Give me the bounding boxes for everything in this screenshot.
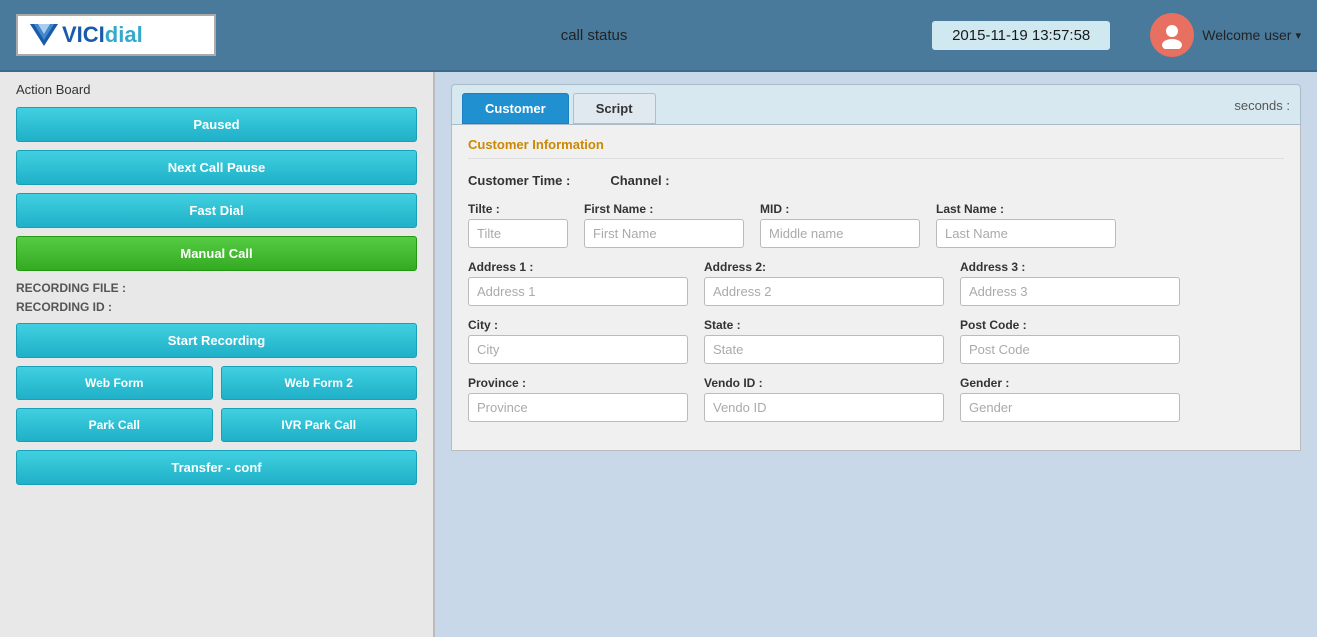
city-input[interactable] <box>468 335 688 364</box>
customer-info-title: Customer Information <box>468 137 1284 159</box>
customer-time-row: Customer Time : Channel : <box>468 173 1284 188</box>
address3-input[interactable] <box>960 277 1180 306</box>
address-row: Address 1 : Address 2: Address 3 : <box>468 260 1284 306</box>
lastname-label: Last Name : <box>936 202 1116 216</box>
city-field: City : <box>468 318 688 364</box>
web-form2-button[interactable]: Web Form 2 <box>221 366 418 400</box>
postcode-input[interactable] <box>960 335 1180 364</box>
user-dropdown-arrow: ▾ <box>1295 29 1301 42</box>
tabs-left: Customer Script <box>462 93 656 124</box>
title-input[interactable] <box>468 219 568 248</box>
state-label: State : <box>704 318 944 332</box>
address3-label: Address 3 : <box>960 260 1180 274</box>
channel-field: Channel : <box>610 173 669 188</box>
address2-input[interactable] <box>704 277 944 306</box>
datetime-display: 2015-11-19 13:57:58 <box>932 21 1110 50</box>
paused-button[interactable]: Paused <box>16 107 417 142</box>
name-row: Tilte : First Name : MID : Last Name : <box>468 202 1284 248</box>
mid-field: MID : <box>760 202 920 248</box>
customer-time-label: Customer Time : <box>468 173 570 188</box>
recording-file-info: RECORDING FILE : RECORDING ID : <box>16 279 417 317</box>
logo-icon <box>30 24 58 46</box>
manual-call-button[interactable]: Manual Call <box>16 236 417 271</box>
firstname-input[interactable] <box>584 219 744 248</box>
web-form-row: Web Form Web Form 2 <box>16 366 417 400</box>
province-row: Province : Vendo ID : Gender : <box>468 376 1284 422</box>
title-field: Tilte : <box>468 202 568 248</box>
lastname-field: Last Name : <box>936 202 1116 248</box>
user-menu[interactable]: Welcome user ▾ <box>1150 13 1301 57</box>
content-area: Customer Script seconds : Customer Infor… <box>435 72 1317 637</box>
header: VICIdial call status 2015-11-19 13:57:58… <box>0 0 1317 72</box>
firstname-label: First Name : <box>584 202 744 216</box>
address1-field: Address 1 : <box>468 260 688 306</box>
channel-label: Channel : <box>610 173 669 188</box>
lastname-input[interactable] <box>936 219 1116 248</box>
tab-customer[interactable]: Customer <box>462 93 569 124</box>
customer-panel: Customer Information Customer Time : Cha… <box>451 125 1301 451</box>
recording-file-label: RECORDING FILE : <box>16 281 126 295</box>
call-status-label: call status <box>256 27 932 44</box>
action-board-title: Action Board <box>16 82 417 97</box>
city-state-row: City : State : Post Code : <box>468 318 1284 364</box>
postcode-field: Post Code : <box>960 318 1180 364</box>
vendor-id-field: Vendo ID : <box>704 376 944 422</box>
logo: VICIdial <box>16 14 216 56</box>
gender-field: Gender : <box>960 376 1180 422</box>
ivr-park-call-button[interactable]: IVR Park Call <box>221 408 418 442</box>
logo-text: VICIdial <box>62 22 143 48</box>
park-call-row: Park Call IVR Park Call <box>16 408 417 442</box>
seconds-display: seconds : <box>1234 98 1290 119</box>
firstname-field: First Name : <box>584 202 744 248</box>
address1-input[interactable] <box>468 277 688 306</box>
tab-script[interactable]: Script <box>573 93 656 124</box>
park-call-button[interactable]: Park Call <box>16 408 213 442</box>
avatar-icon <box>1158 21 1186 49</box>
recording-id-label: RECORDING ID : <box>16 300 112 314</box>
gender-input[interactable] <box>960 393 1180 422</box>
fast-dial-button[interactable]: Fast Dial <box>16 193 417 228</box>
next-call-pause-button[interactable]: Next Call Pause <box>16 150 417 185</box>
state-input[interactable] <box>704 335 944 364</box>
city-label: City : <box>468 318 688 332</box>
gender-label: Gender : <box>960 376 1180 390</box>
web-form-button[interactable]: Web Form <box>16 366 213 400</box>
start-recording-button[interactable]: Start Recording <box>16 323 417 358</box>
postcode-label: Post Code : <box>960 318 1180 332</box>
address2-field: Address 2: <box>704 260 944 306</box>
address2-label: Address 2: <box>704 260 944 274</box>
tabs-bar: Customer Script seconds : <box>451 84 1301 125</box>
transfer-conf-button[interactable]: Transfer - conf <box>16 450 417 485</box>
state-field: State : <box>704 318 944 364</box>
avatar <box>1150 13 1194 57</box>
sidebar: Action Board Paused Next Call Pause Fast… <box>0 72 435 637</box>
vendor-id-input[interactable] <box>704 393 944 422</box>
title-label: Tilte : <box>468 202 568 216</box>
main-layout: Action Board Paused Next Call Pause Fast… <box>0 72 1317 637</box>
welcome-label: Welcome user <box>1202 27 1291 43</box>
mid-input[interactable] <box>760 219 920 248</box>
customer-time-field: Customer Time : <box>468 173 570 188</box>
province-field: Province : <box>468 376 688 422</box>
province-label: Province : <box>468 376 688 390</box>
address3-field: Address 3 : <box>960 260 1180 306</box>
address1-label: Address 1 : <box>468 260 688 274</box>
mid-label: MID : <box>760 202 920 216</box>
vendor-id-label: Vendo ID : <box>704 376 944 390</box>
province-input[interactable] <box>468 393 688 422</box>
